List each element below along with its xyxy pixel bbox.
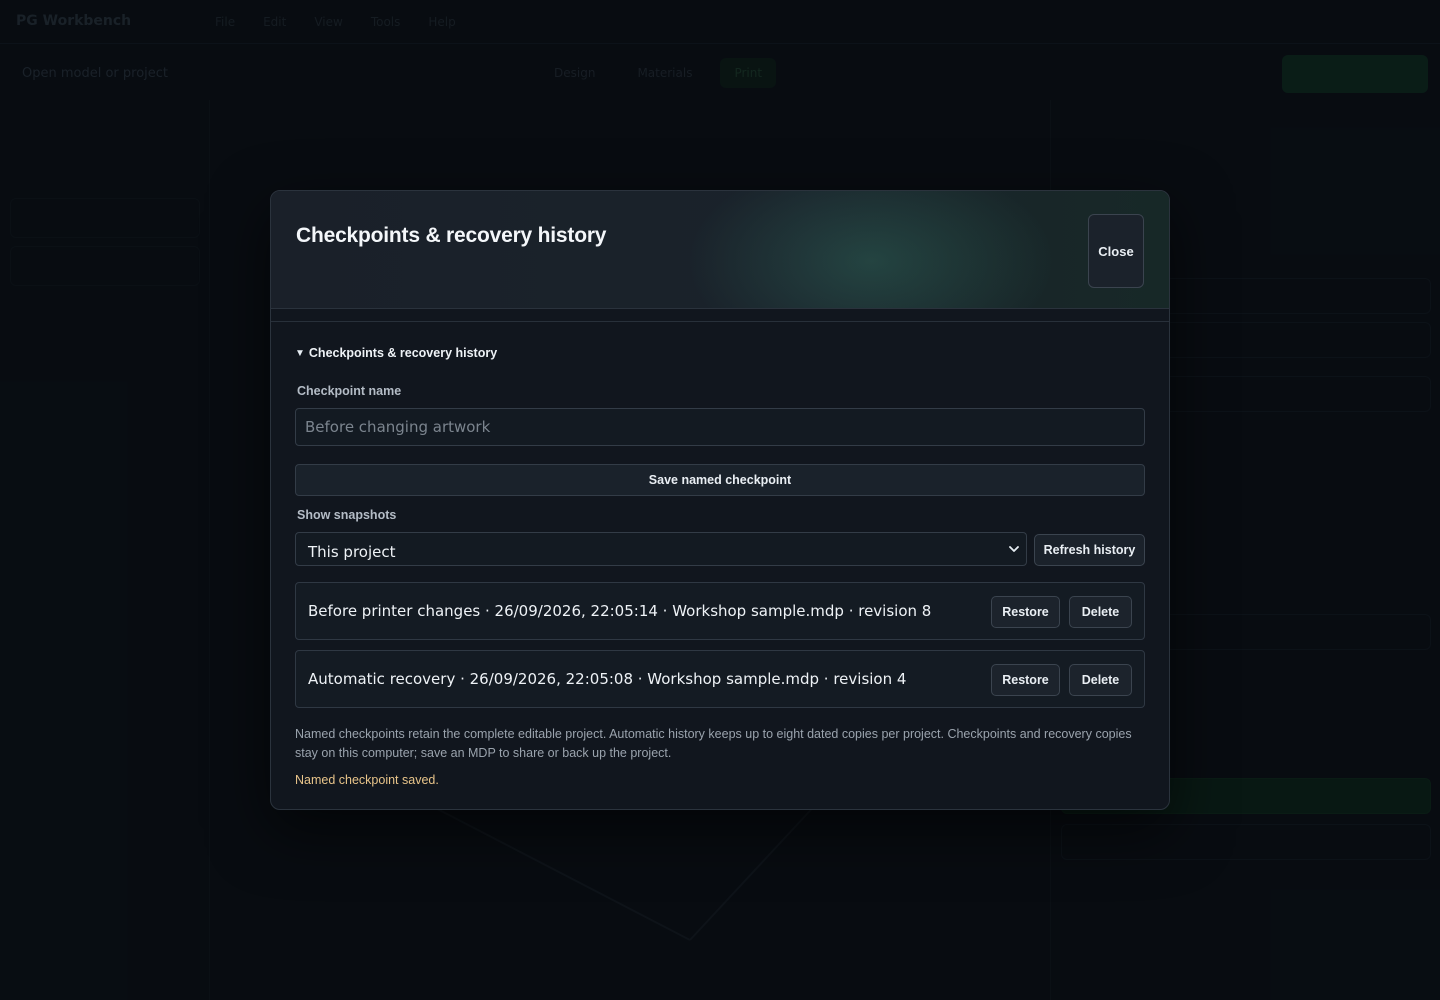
- snapshot-description: Automatic recovery · 26/09/2026, 22:05:0…: [308, 670, 907, 688]
- snapshot-filter-select[interactable]: This project: [295, 532, 1027, 566]
- section-toggle[interactable]: ▼ Checkpoints & recovery history: [295, 346, 497, 360]
- checkpoints-dialog: Checkpoints & recovery history Close ▼ C…: [270, 190, 1170, 810]
- snapshot-row: Before printer changes · 26/09/2026, 22:…: [295, 582, 1145, 640]
- save-named-checkpoint-button[interactable]: Save named checkpoint: [295, 464, 1145, 496]
- dialog-header: Checkpoints & recovery history Close: [271, 191, 1169, 309]
- status-message: Named checkpoint saved.: [295, 773, 439, 787]
- restore-button[interactable]: Restore: [991, 596, 1060, 628]
- chevron-down-icon: [1009, 546, 1019, 552]
- close-button[interactable]: Close: [1088, 214, 1144, 288]
- divider: [271, 321, 1169, 322]
- delete-button[interactable]: Delete: [1069, 664, 1132, 696]
- refresh-history-button[interactable]: Refresh history: [1034, 534, 1145, 566]
- checkpoint-name-label: Checkpoint name: [297, 384, 402, 398]
- checkpoint-name-input[interactable]: [295, 408, 1145, 446]
- restore-button[interactable]: Restore: [991, 664, 1060, 696]
- disclosure-triangle-icon: ▼: [295, 347, 305, 359]
- delete-button[interactable]: Delete: [1069, 596, 1132, 628]
- show-snapshots-label: Show snapshots: [297, 508, 397, 522]
- dialog-title: Checkpoints & recovery history: [296, 224, 607, 247]
- snapshot-description: Before printer changes · 26/09/2026, 22:…: [308, 602, 932, 620]
- help-note: Named checkpoints retain the complete ed…: [295, 727, 1132, 760]
- snapshot-row: Automatic recovery · 26/09/2026, 22:05:0…: [295, 650, 1145, 708]
- snapshot-filter-value: This project: [308, 543, 396, 561]
- section-title: Checkpoints & recovery history: [308, 346, 498, 360]
